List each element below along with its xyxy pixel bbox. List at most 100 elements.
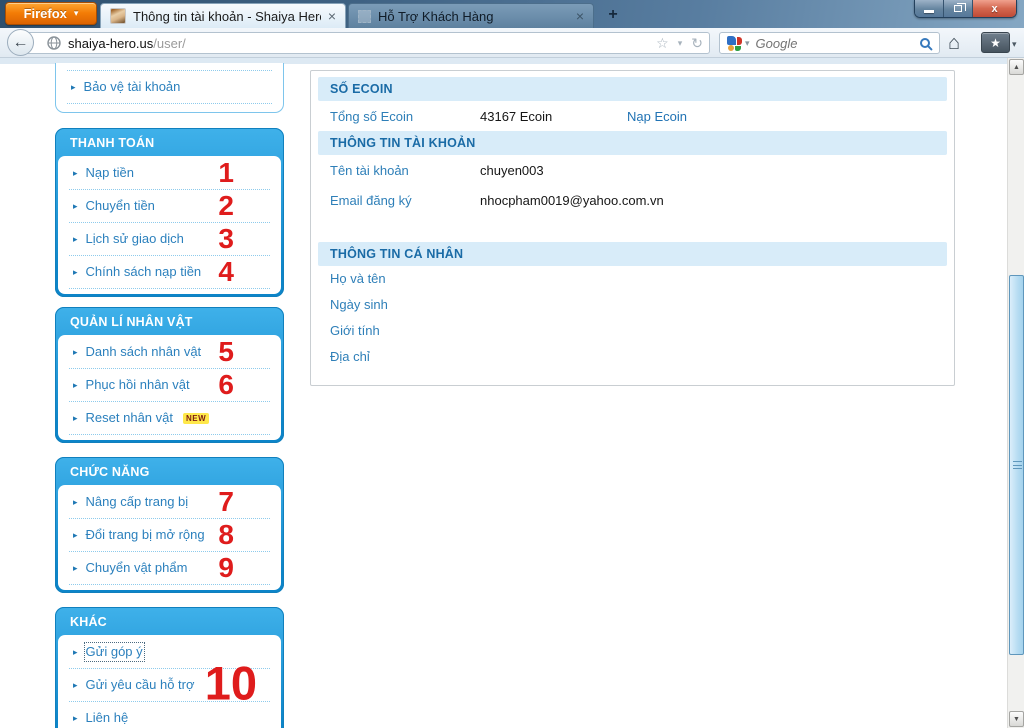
sidebar-section-body: ▸ Gửi góp ý ▸Gửi yêu cầu hỗ trợ10▸Liên hệ bbox=[58, 635, 281, 728]
sidebar-item-label: Danh sách nhân vật bbox=[86, 344, 202, 360]
info-row: Tổng số Ecoin43167 EcoinNạp Ecoin bbox=[318, 101, 947, 131]
url-domain: shaiya-hero.us bbox=[68, 36, 153, 51]
tab-inactive[interactable]: Hỗ Trợ Khách Hàng × bbox=[348, 3, 594, 28]
annotation-number: 5 bbox=[218, 336, 234, 368]
close-icon: x bbox=[991, 3, 997, 15]
main-section: THÔNG TIN TÀI KHOẢNTên tài khoảnchuyen00… bbox=[318, 131, 947, 215]
new-tab-button[interactable]: + bbox=[600, 5, 626, 26]
annotation-number: 7 bbox=[218, 486, 234, 518]
bookmarks-star-icon: ★ bbox=[990, 36, 1001, 50]
sidebar-item[interactable]: ▸Đổi trang bị mở rộng8 bbox=[69, 519, 270, 552]
tab-title: Thông tin tài khoản - Shaiya Hero bbox=[133, 9, 321, 24]
sidebar-item-label: Chuyển vật phẩm bbox=[86, 560, 188, 576]
sidebar-section-title: CHỨC NĂNG bbox=[55, 457, 284, 485]
url-dropdown-icon[interactable]: ▾ bbox=[678, 38, 683, 49]
sidebar-item[interactable]: ▸Nâng cấp trang bị7 bbox=[69, 486, 270, 519]
bullet-arrow-icon: ▸ bbox=[73, 648, 78, 657]
sidebar-section: THANH TOÁN▸Nạp tiền1▸Chuyển tiền2▸Lịch s… bbox=[55, 128, 284, 297]
row-value: chuyen003 bbox=[480, 163, 627, 178]
sidebar-item[interactable]: ▸Chính sách nạp tiền4 bbox=[69, 256, 270, 289]
tab-favicon-placeholder bbox=[358, 10, 371, 23]
sidebar-item[interactable]: ▸ Danh sách nhân vật 5 bbox=[69, 336, 270, 369]
sidebar-item-label: Đổi trang bị mở rộng bbox=[86, 527, 205, 543]
search-magnifier-icon[interactable] bbox=[920, 38, 930, 48]
scroll-down-button[interactable]: ▼ bbox=[1009, 711, 1024, 727]
row-label: Tổng số Ecoin bbox=[330, 109, 480, 124]
tab-close-icon[interactable]: × bbox=[328, 9, 336, 23]
info-row: Ngày sinh bbox=[318, 292, 947, 318]
sidebar-item[interactable]: ▸ Gửi góp ý bbox=[69, 636, 270, 669]
sidebar-item[interactable]: ▸Phục hồi nhân vật6 bbox=[69, 369, 270, 402]
row-label: Email đăng ký bbox=[330, 193, 480, 208]
search-input[interactable] bbox=[756, 36, 920, 51]
annotation-number: 1 bbox=[218, 157, 234, 189]
tab-title: Hỗ Trợ Khách Hàng bbox=[378, 9, 569, 24]
sidebar-item-label: Gửi góp ý bbox=[86, 644, 143, 660]
bullet-arrow-icon: ▸ bbox=[73, 531, 78, 540]
tab-favicon-image bbox=[110, 8, 126, 24]
reload-icon[interactable]: ↻ bbox=[691, 35, 703, 52]
google-icon bbox=[727, 36, 742, 51]
nap-ecoin-link[interactable]: Nạp Ecoin bbox=[627, 109, 935, 124]
restore-button[interactable] bbox=[944, 0, 973, 17]
sidebar-item[interactable]: ▸Reset nhân vậtNEW bbox=[69, 402, 270, 435]
sidebar-section-title: THANH TOÁN bbox=[55, 128, 284, 156]
bullet-arrow-icon: ▸ bbox=[73, 348, 78, 357]
url-bar[interactable]: shaiya-hero.us/user/ ☆ ▾ ↻ bbox=[24, 32, 710, 54]
sidebar-item[interactable]: ▸ Chuyển vật phẩm 9 bbox=[69, 552, 270, 585]
sidebar-item[interactable]: ▸Lịch sử giao dịch3 bbox=[69, 223, 270, 256]
sidebar-section: QUẢN LÍ NHÂN VẬT▸Danh sách nhân vật5▸Phụ… bbox=[55, 307, 284, 443]
bullet-arrow-icon: ▸ bbox=[73, 414, 78, 423]
annotation-number: 3 bbox=[218, 223, 234, 255]
info-row: Giới tính bbox=[318, 318, 947, 344]
row-label: Ngày sinh bbox=[330, 297, 935, 312]
back-button[interactable]: ← bbox=[7, 29, 34, 56]
sidebar-item[interactable]: ▸Liên hệ bbox=[69, 702, 270, 728]
bullet-arrow-icon: ▸ bbox=[73, 202, 78, 211]
firefox-menu-label: Firefox bbox=[24, 6, 67, 21]
globe-icon bbox=[47, 36, 61, 50]
sidebar-item[interactable]: ▸ Nạp tiền 1 bbox=[69, 157, 270, 190]
row-label: Giới tính bbox=[330, 323, 935, 338]
search-engine-dropdown-icon[interactable]: ▾ bbox=[745, 38, 750, 49]
row-value: nhocpham0019@yahoo.com.vn bbox=[480, 193, 627, 208]
bullet-arrow-icon: ▸ bbox=[73, 381, 78, 390]
vertical-scrollbar[interactable]: ▲ ▼ bbox=[1007, 58, 1024, 728]
firefox-menu-button[interactable]: Firefox ▾ bbox=[5, 2, 97, 25]
row-label: Họ và tên bbox=[330, 271, 935, 286]
account-info-panel: SỐ ECOINTổng số Ecoin43167 EcoinNạp Ecoi… bbox=[310, 70, 955, 386]
main-section: THÔNG TIN CÁ NHÂNHọ và tênNgày sinhGiới … bbox=[318, 242, 947, 370]
minimize-button[interactable] bbox=[915, 0, 944, 17]
bookmarks-button[interactable]: ★ bbox=[981, 32, 1010, 53]
annotation-number: 9 bbox=[218, 552, 234, 584]
search-box[interactable]: ▾ bbox=[719, 32, 940, 54]
bookmarks-dropdown-icon[interactable]: ▾ bbox=[1012, 39, 1017, 50]
new-badge: NEW bbox=[183, 413, 209, 424]
bullet-arrow-icon: ▸ bbox=[73, 235, 78, 244]
sidebar-section-title: KHÁC bbox=[55, 607, 284, 635]
section-header: THÔNG TIN TÀI KHOẢN bbox=[318, 131, 947, 155]
sidebar-item-label: Gửi yêu cầu hỗ trợ bbox=[86, 677, 195, 693]
sidebar-section-body: ▸Danh sách nhân vật5▸Phục hồi nhân vật6▸… bbox=[58, 335, 281, 440]
scroll-up-button[interactable]: ▲ bbox=[1009, 59, 1024, 75]
sidebar-item-label: Chuyển tiền bbox=[86, 198, 155, 214]
chevron-down-icon: ▾ bbox=[74, 8, 79, 19]
bullet-arrow-icon: ▸ bbox=[73, 564, 78, 573]
tab-close-icon[interactable]: × bbox=[576, 9, 584, 23]
home-button[interactable]: ⌂ bbox=[948, 29, 960, 57]
bullet-arrow-icon: ▸ bbox=[73, 169, 78, 178]
sidebar-item[interactable]: ▸Bảo vệ tài khoản bbox=[67, 70, 272, 104]
scrollbar-thumb[interactable] bbox=[1009, 275, 1024, 655]
tab-active[interactable]: Thông tin tài khoản - Shaiya Hero × bbox=[100, 3, 346, 28]
bookmark-star-icon[interactable]: ☆ bbox=[656, 35, 669, 52]
sidebar-item-label: Nạp tiền bbox=[86, 165, 134, 181]
sidebar-item[interactable]: ▸Chuyển tiền2 bbox=[69, 190, 270, 223]
minimize-icon bbox=[924, 10, 934, 13]
scrollbar-grip bbox=[1013, 461, 1022, 469]
sidebar-item[interactable]: ▸Gửi yêu cầu hỗ trợ10 bbox=[69, 669, 270, 702]
sidebar-section: CHỨC NĂNG▸Nâng cấp trang bị7 ▸ Đổi trang b… bbox=[55, 457, 284, 593]
sidebar-section: KHÁC ▸ Gửi góp ý ▸Gửi yêu cầu hỗ trợ10▸Liên… bbox=[55, 607, 284, 728]
info-row: Họ và tên bbox=[318, 266, 947, 292]
close-button[interactable]: x bbox=[973, 0, 1016, 17]
section-header: SỐ ECOIN bbox=[318, 77, 947, 101]
